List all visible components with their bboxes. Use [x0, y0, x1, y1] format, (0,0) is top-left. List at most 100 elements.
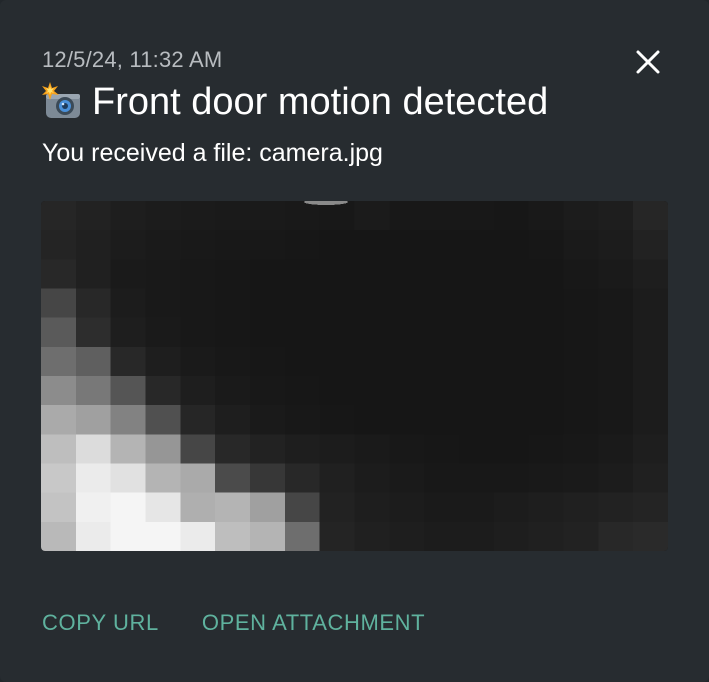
image-pixel: [459, 317, 495, 348]
image-pixel: [633, 521, 668, 551]
image-pixel: [633, 230, 668, 260]
image-pixel: [389, 346, 425, 377]
image-pixel: [633, 201, 668, 231]
image-pixel: [493, 405, 530, 435]
image-pixel: [354, 259, 390, 289]
image-pixel: [215, 288, 251, 319]
image-pixel: [319, 346, 355, 377]
image-pixel: [389, 230, 425, 260]
notification-timestamp: 12/5/24, 11:32 AM: [42, 47, 223, 72]
image-pixel: [250, 201, 286, 231]
close-button[interactable]: [628, 42, 668, 82]
image-pixel: [528, 201, 564, 231]
image-pixel: [528, 288, 564, 319]
image-pixel: [528, 376, 564, 406]
image-pixel: [75, 463, 112, 494]
image-pixel: [145, 405, 181, 435]
image-pixel: [319, 201, 355, 231]
image-pixel: [75, 230, 112, 260]
image-pixel: [284, 463, 321, 494]
image-pixel: [563, 434, 599, 464]
image-pixel: [354, 376, 390, 406]
image-pixel: [284, 201, 321, 231]
image-pixel: [493, 376, 530, 406]
image-pixel: [145, 376, 181, 406]
image-pixel: [528, 317, 564, 348]
copy-url-button[interactable]: COPY URL: [42, 610, 159, 636]
image-pixel: [598, 346, 634, 377]
image-pixel: [110, 201, 146, 231]
image-pixel: [493, 230, 530, 260]
image-pixel: [215, 230, 251, 260]
attachment-image[interactable]: [41, 201, 668, 551]
image-pixel: [528, 463, 564, 494]
image-pixel: [215, 492, 251, 523]
image-pixel: [424, 463, 460, 494]
open-attachment-button[interactable]: OPEN ATTACHMENT: [202, 610, 425, 636]
image-pixel: [459, 288, 495, 319]
image-pixel: [284, 259, 321, 289]
image-pixel: [180, 346, 216, 377]
image-pixel: [563, 492, 599, 523]
image-pixel: [284, 376, 321, 406]
image-pixel: [110, 230, 146, 260]
image-pixel: [41, 230, 77, 260]
image-pixel: [145, 201, 181, 231]
image-pixel: [41, 288, 77, 319]
image-pixel: [41, 201, 77, 231]
close-icon: [636, 50, 660, 74]
image-pixel: [180, 434, 216, 464]
image-pixel: [493, 521, 530, 551]
image-pixel: [319, 521, 355, 551]
image-pixel: [41, 317, 77, 348]
image-pixel: [250, 463, 286, 494]
image-pixel: [493, 492, 530, 523]
image-pixel: [528, 405, 564, 435]
image-pixel: [319, 434, 355, 464]
image-pixel: [180, 463, 216, 494]
image-pixel: [75, 317, 112, 348]
image-pixel: [598, 492, 634, 523]
image-pixel: [598, 376, 634, 406]
image-pixel: [389, 492, 425, 523]
image-pixel: [528, 230, 564, 260]
image-pixel: [424, 288, 460, 319]
image-pixel: [459, 346, 495, 377]
image-pixel: [110, 434, 146, 464]
image-pixel: [389, 434, 425, 464]
image-pixel: [145, 492, 181, 523]
image-pixel: [563, 288, 599, 319]
image-pixel: [598, 463, 634, 494]
image-pixel: [110, 492, 146, 523]
image-pixel: [424, 201, 460, 231]
image-pixel: [493, 288, 530, 319]
image-pixel: [389, 288, 425, 319]
image-pixel: [75, 492, 112, 523]
image-pixel: [110, 405, 146, 435]
image-pixel: [180, 317, 216, 348]
image-pixel: [598, 230, 634, 260]
image-pixel: [284, 288, 321, 319]
image-pixel: [180, 521, 216, 551]
image-pixel: [75, 259, 112, 289]
image-pixel: [75, 288, 112, 319]
image-pixel: [215, 434, 251, 464]
image-pixel: [180, 492, 216, 523]
image-pixel: [75, 405, 112, 435]
image-pixel: [633, 259, 668, 289]
image-pixel: [284, 434, 321, 464]
camera-snapshot-pixelated: [41, 201, 668, 551]
image-pixel: [319, 288, 355, 319]
image-pixel: [389, 317, 425, 348]
image-pixel: [563, 317, 599, 348]
image-pixel: [319, 230, 355, 260]
image-pixel: [41, 259, 77, 289]
image-pixel: [459, 201, 495, 231]
image-pixel: [145, 346, 181, 377]
image-pixel: [215, 346, 251, 377]
image-pixel: [528, 492, 564, 523]
image-pixel: [215, 463, 251, 494]
image-pixel: [215, 376, 251, 406]
image-pixel: [145, 434, 181, 464]
image-pixel: [389, 521, 425, 551]
